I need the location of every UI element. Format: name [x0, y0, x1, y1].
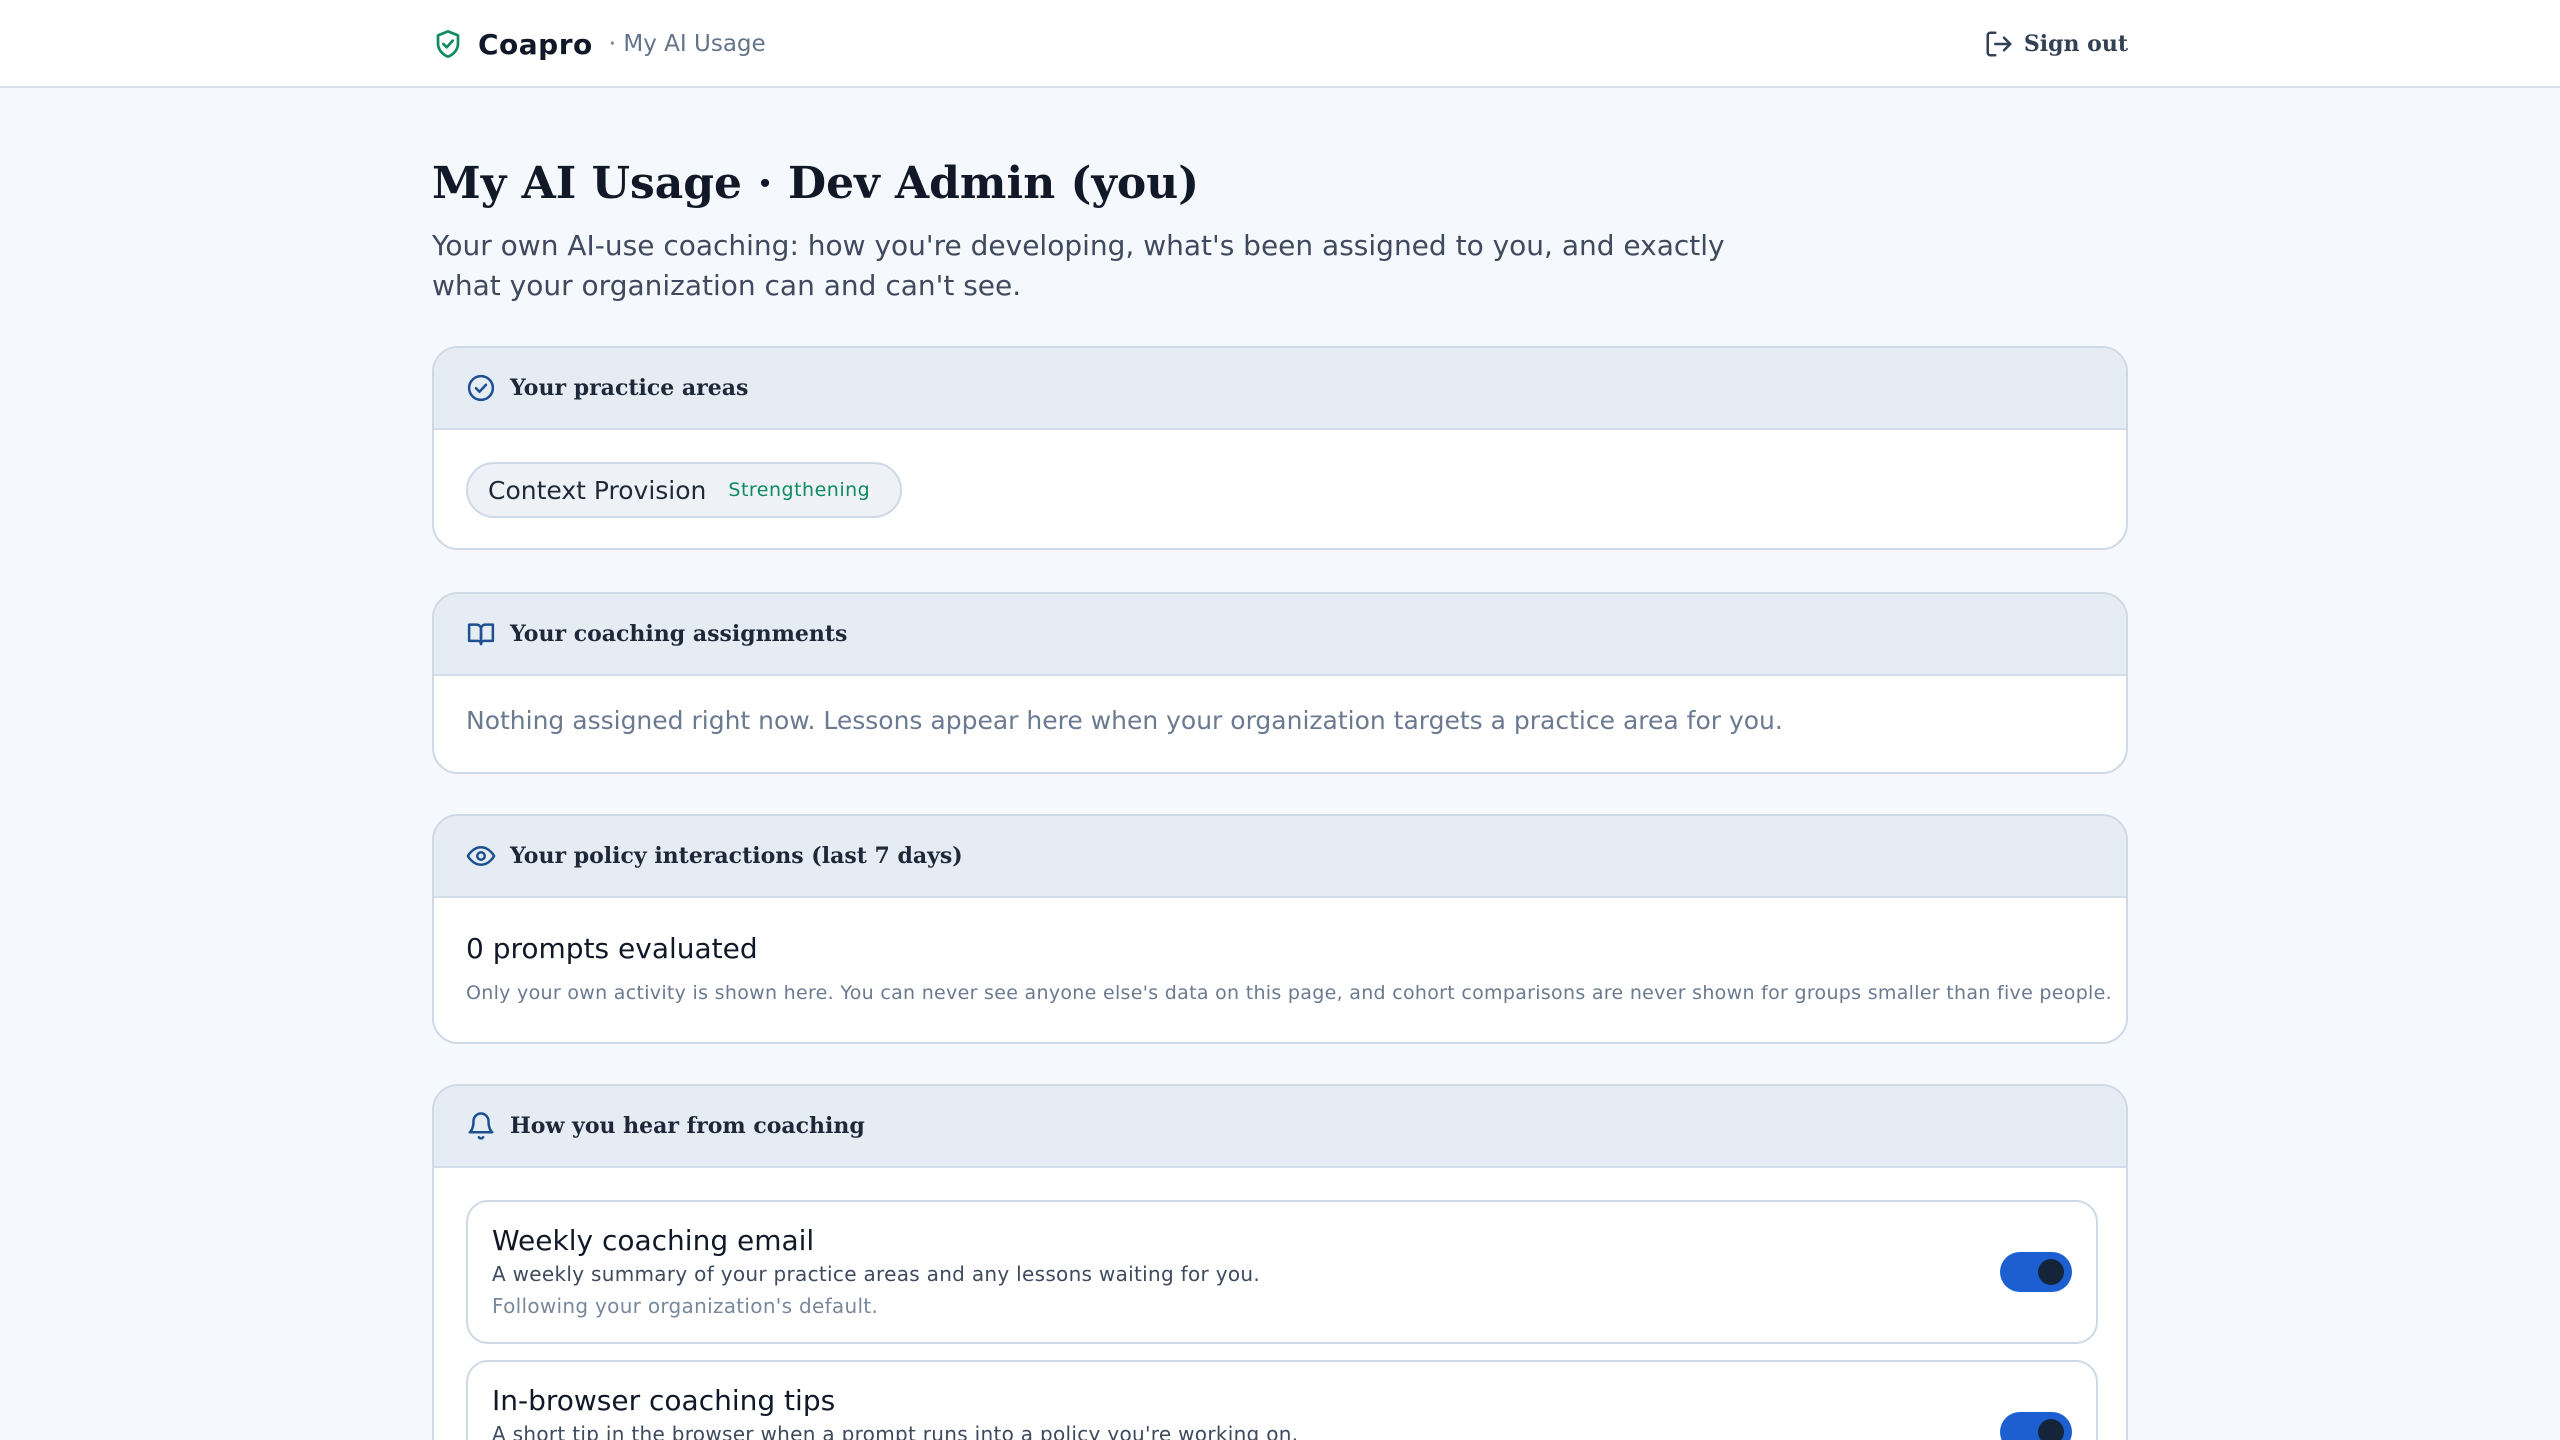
sign-out-button[interactable]: Sign out	[1984, 26, 2128, 62]
browser-tips-toggle[interactable]	[2000, 1412, 2072, 1440]
practice-areas-header: Your practice areas	[434, 348, 2126, 430]
coaching-assignments-card: Your coaching assignments Nothing assign…	[432, 592, 2128, 774]
toggle-knob	[2038, 1259, 2064, 1285]
coaching-preferences-title: How you hear from coaching	[510, 1113, 865, 1139]
coaching-assignments-title: Your coaching assignments	[510, 621, 848, 647]
log-out-icon	[1984, 29, 2014, 59]
book-open-icon	[466, 619, 496, 649]
bell-icon	[466, 1111, 496, 1141]
coaching-preferences-header: How you hear from coaching	[434, 1086, 2126, 1168]
assignments-empty-text: Nothing assigned right now. Lessons appe…	[466, 706, 1783, 735]
practice-areas-title: Your practice areas	[510, 375, 749, 401]
brand-name: Coapro	[478, 27, 593, 61]
practice-area-status: Strengthening	[728, 479, 871, 501]
brand-subtitle: · My AI Usage	[608, 31, 766, 57]
shield-check-icon	[432, 28, 464, 60]
preference-row-browser-tips: In-browser coaching tips A short tip in …	[466, 1360, 2098, 1440]
toggle-knob	[2038, 1419, 2064, 1440]
practice-area-label: Context Provision	[488, 475, 707, 505]
preference-title: In-browser coaching tips	[492, 1384, 836, 1417]
privacy-note: Only your own activity is shown here. Yo…	[466, 982, 2112, 1004]
weekly-email-toggle[interactable]	[2000, 1252, 2072, 1292]
brand[interactable]: Coapro · My AI Usage	[432, 26, 766, 62]
page-title: My AI Usage · Dev Admin (you)	[432, 158, 1200, 209]
check-circle-icon	[466, 373, 496, 403]
preference-row-weekly-email: Weekly coaching email A weekly summary o…	[466, 1200, 2098, 1344]
preference-description: A short tip in the browser when a prompt…	[492, 1422, 1299, 1440]
policy-interactions-header: Your policy interactions (last 7 days)	[434, 816, 2126, 898]
practice-area-chip[interactable]: Context Provision Strengthening	[466, 462, 903, 518]
preference-description: A weekly summary of your practice areas …	[492, 1262, 1260, 1286]
coaching-assignments-header: Your coaching assignments	[434, 594, 2126, 676]
policy-interactions-title: Your policy interactions (last 7 days)	[510, 843, 963, 869]
top-bar: Coapro · My AI Usage Sign out	[0, 0, 2560, 88]
sign-out-label: Sign out	[2023, 31, 2128, 57]
preference-status: Following your organization's default.	[492, 1294, 879, 1318]
prompts-evaluated-stat: 0 prompts evaluated	[466, 932, 758, 965]
coaching-preferences-card: How you hear from coaching Weekly coachi…	[432, 1084, 2128, 1440]
practice-areas-card: Your practice areas Context Provision St…	[432, 346, 2128, 550]
eye-icon	[466, 841, 496, 871]
policy-interactions-card: Your policy interactions (last 7 days) 0…	[432, 814, 2128, 1044]
preference-title: Weekly coaching email	[492, 1224, 815, 1257]
page-description: Your own AI-use coaching: how you're dev…	[432, 229, 1725, 302]
